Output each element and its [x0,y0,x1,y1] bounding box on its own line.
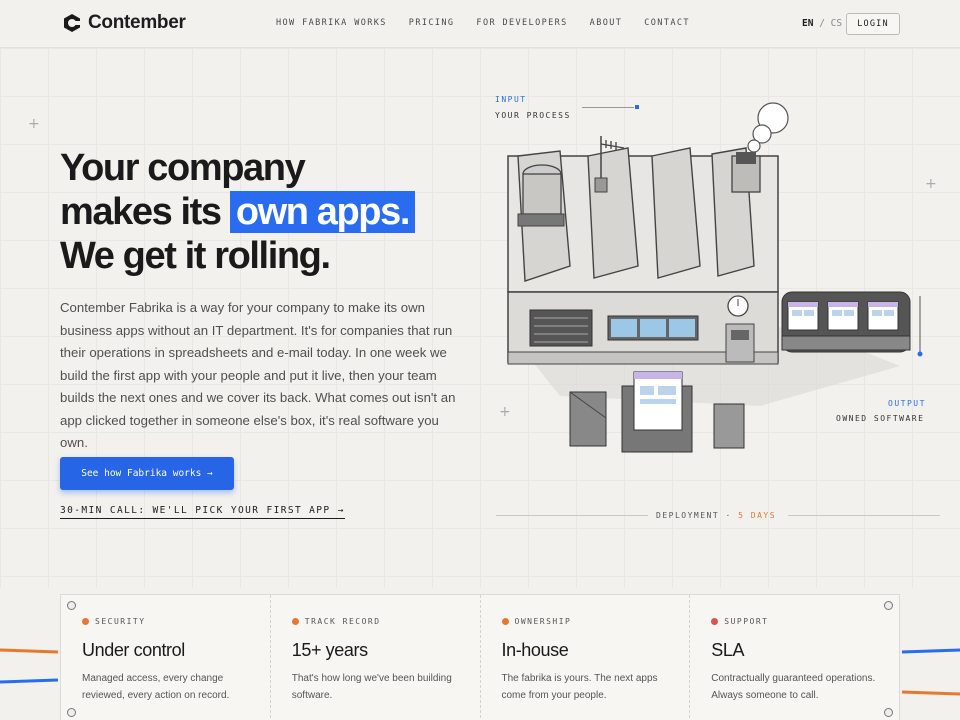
deployment-value: 5 DAYS [738,511,777,520]
status-dot-icon [291,618,299,625]
deployment-ruler-left [496,515,648,516]
feature-card-ownership: OWNERSHIP In-house The fabrika is yours.… [481,595,691,720]
nav-how-fabrika-works[interactable]: HOW FABRIKA WORKS [276,18,387,28]
lang-en[interactable]: EN [802,18,813,29]
output-text: OWNED SOFTWARE [836,414,925,423]
card-text: That's how long we've been building soft… [291,673,452,701]
output-label: OUTPUT [888,399,926,408]
card-kicker-text: OWNERSHIP [514,617,572,626]
card-title: 15+ years [291,640,368,660]
book-call-link[interactable]: 30-MIN CALL: WE'LL PICK YOUR FIRST APP → [60,505,345,519]
hero-title-highlight: own apps. [229,191,416,233]
language-switcher: EN / CS [802,18,842,29]
logo[interactable]: Contember [62,12,186,34]
site-header: Contember HOW FABRIKA WORKS PRICING FOR … [0,0,960,48]
card-kicker: SUPPORT [711,617,878,626]
card-title: Under control [82,640,185,660]
logo-icon [64,14,80,32]
deployment-ruler-right [788,515,940,516]
hero-description: Contember Fabrika is a way for your comp… [60,300,456,450]
lang-cs[interactable]: CS [831,18,842,29]
hero-title: Your company makes its own apps. We get … [60,146,416,278]
nav-for-developers[interactable]: FOR DEVELOPERS [476,18,567,28]
factory-illustration [507,102,923,453]
hero-title-line2: makes its [60,191,222,233]
card-text: Managed access, every change reviewed, e… [82,673,230,701]
hero-title-line1: Your company [60,147,306,189]
see-how-fabrika-works-button[interactable]: See how Fabrika works → [60,457,234,490]
status-dot-icon [711,618,719,625]
deployment-label-text: DEPLOYMENT [656,511,720,520]
features-strip: SECURITY Under control Managed access, e… [60,594,900,720]
card-kicker-text: TRACK RECORD [304,617,381,626]
feature-card-track-record: TRACK RECORD 15+ years That's how long w… [271,595,481,720]
card-text: The fabrika is yours. The next apps come… [501,673,658,701]
card-text: Contractually guaranteed operations. Alw… [711,673,876,701]
card-kicker: OWNERSHIP [501,617,669,626]
plus-mark-icon: + [28,116,40,132]
card-title: SLA [711,640,745,660]
brand-name: Contember [88,12,186,33]
deployment-separator: · [725,511,732,520]
hero-title-line3: We get it rolling. [60,235,331,277]
card-kicker-text: SUPPORT [724,617,769,626]
feature-card-support: SUPPORT SLA Contractually guaranteed ope… [690,595,899,720]
nav-about[interactable]: ABOUT [590,18,623,28]
status-dot-icon [501,618,509,625]
card-title: In-house [501,640,569,660]
lang-separator: / [819,18,825,29]
login-button[interactable]: LOGIN [846,13,900,35]
main-nav: HOW FABRIKA WORKS PRICING FOR DEVELOPERS… [276,18,690,28]
status-dot-icon [82,618,89,625]
deployment-label: DEPLOYMENT · 5 DAYS [656,511,776,520]
feature-card-security: SECURITY Under control Managed access, e… [61,595,271,720]
nav-contact[interactable]: CONTACT [644,18,690,28]
nav-pricing[interactable]: PRICING [409,18,455,28]
card-kicker: SECURITY [82,617,249,626]
card-kicker: TRACK RECORD [291,617,459,626]
card-kicker-text: SECURITY [95,617,146,626]
